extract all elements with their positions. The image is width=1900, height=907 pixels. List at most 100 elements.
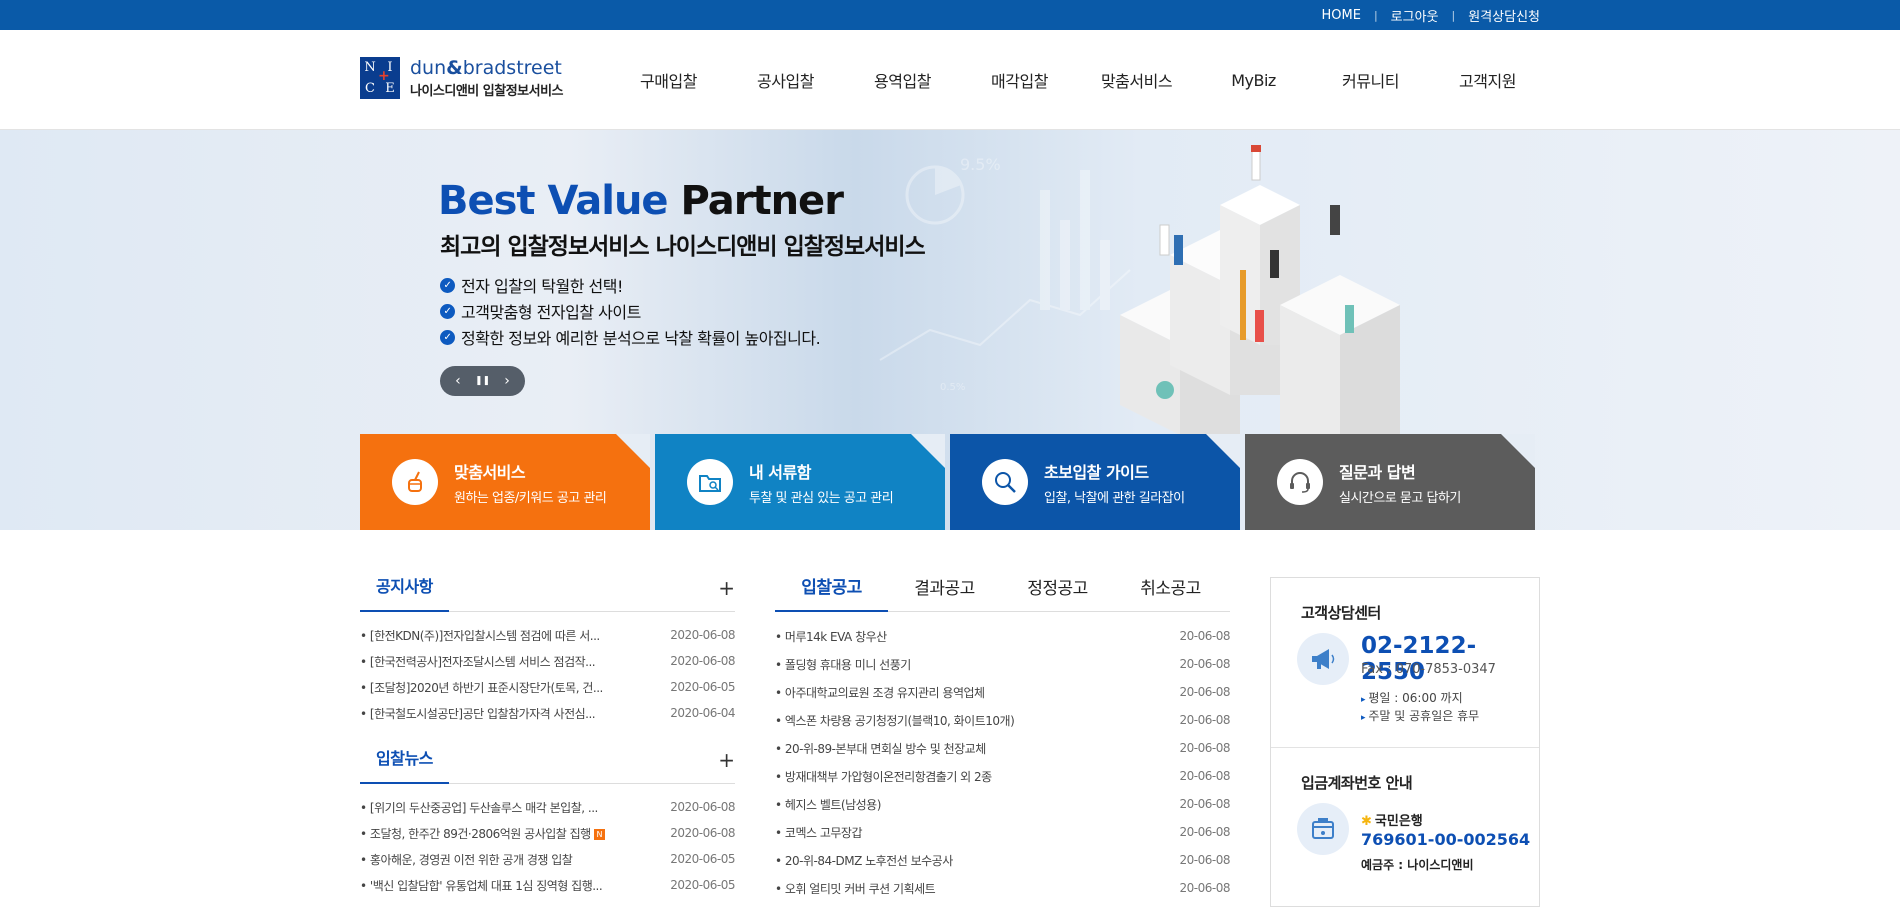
quick-desc: 원하는 업종/키워드 공고 관리 [454, 490, 607, 506]
item-text[interactable]: 방재대책부 가압형이온전리항겸출기 외 2종 [785, 770, 992, 784]
brand-part: dun [410, 56, 447, 79]
hero-subtitle: 최고의 입찰정보서비스 나이스디앤비 입찰정보서비스 [440, 234, 926, 260]
news-more-button[interactable]: + [718, 748, 735, 772]
item-text[interactable]: 폴딩형 휴대용 미니 선풍기 [785, 658, 911, 672]
site-logo[interactable]: N I C E + dun&bradstreet 나이스디앤비 입찰정보서비스 [360, 57, 564, 99]
quick-my-documents[interactable]: 내 서류함 투찰 및 관심 있는 공고 관리 [655, 434, 945, 530]
item-text[interactable]: '백신 입찰담합' 유통업체 대표 1심 징역형 집행... [370, 879, 603, 893]
item-date: 20-06-08 [1179, 881, 1231, 895]
list-item[interactable]: • [한국철도시설공단]공단 입찰참가자격 사전심... 2020-06-04 [360, 700, 735, 726]
item-text[interactable]: 20-위-89-본부대 면회실 방수 및 천장교체 [785, 742, 986, 756]
item-date: 20-06-08 [1179, 853, 1231, 867]
list-item[interactable]: • 아주대학교의료원 조경 유지관리 용역업체 20-06-08 [775, 678, 1231, 706]
list-item[interactable]: • 헤지스 벨트(남성용) 20-06-08 [775, 790, 1231, 818]
item-text[interactable]: 오휘 얼티밋 커버 쿠션 기획세트 [785, 882, 936, 896]
fax-number: Fax : 070-7853-0347 [1361, 662, 1496, 677]
item-text[interactable]: 엑스폰 차량용 공기청정기(블랙10, 화이트10개) [785, 714, 1015, 728]
business-hours: 평일 : 06:00 까지 주말 및 공휴일은 휴무 [1361, 689, 1479, 725]
nav-sale-bid[interactable]: 매각입찰 [961, 68, 1078, 92]
news-board: 입찰뉴스 + • [위기의 두산중공업] 두산솔루스 매각 본입찰, ... 20… [360, 732, 735, 898]
list-item[interactable]: • 20-위-84-DMZ 노후전선 보수공사 20-06-08 [775, 846, 1231, 874]
home-link[interactable]: HOME [1322, 8, 1361, 23]
logout-link[interactable]: 로그아웃 [1391, 6, 1439, 25]
item-date: 20-06-08 [1179, 741, 1231, 755]
quick-title: 내 서류함 [749, 462, 811, 482]
item-text[interactable]: [조달청]2020년 하반기 표준시장단가(토목, 건... [370, 681, 603, 695]
account-number: 769601-00-002564 [1361, 830, 1531, 849]
list-item[interactable]: • [한전KDN(주)]전자입찰시스템 점검에 따른 서... 2020-06-0… [360, 622, 735, 648]
bid-list: • 머루14k EVA 창우산 20-06-08 • 폴딩형 휴대용 미니 선풍기… [775, 622, 1231, 902]
list-item[interactable]: • '백신 입찰담합' 유통업체 대표 1심 징역형 집행... 2020-06-… [360, 872, 735, 898]
nav-mybiz[interactable]: MyBiz [1195, 71, 1312, 90]
news-title[interactable]: 입찰뉴스 [360, 732, 449, 784]
list-item[interactable]: • 조달청, 한주간 89건·2806억원 공사입찰 집행 N 2020-06-08 [360, 820, 735, 846]
list-item[interactable]: • 오휘 얼티밋 커버 쿠션 기획세트 20-06-08 [775, 874, 1231, 902]
item-text[interactable]: 머루14k EVA 창우산 [785, 630, 887, 644]
check-icon: ✓ [440, 277, 455, 293]
quick-qna[interactable]: 질문과 답변 실시간으로 묻고 답하기 [1245, 434, 1535, 530]
item-date: 2020-06-08 [670, 654, 735, 668]
item-text[interactable]: [한국철도시설공단]공단 입찰참가자격 사전심... [370, 707, 596, 721]
item-date: 20-06-08 [1179, 797, 1231, 811]
bank-name: ✱ 국민은행 [1361, 810, 1423, 829]
item-text[interactable]: 홍아해운, 경영권 이전 위한 공개 경쟁 입찰 [370, 853, 573, 867]
tab-correction-notice[interactable]: 정정공고 [1001, 560, 1114, 612]
item-date: 20-06-08 [1179, 629, 1231, 643]
top-utility-bar: HOME | 로그아웃 | 원격상담신청 [0, 0, 1900, 30]
list-item[interactable]: • [위기의 두산중공업] 두산솔루스 매각 본입찰, ... 2020-06-0… [360, 794, 735, 820]
logo-subtitle: 나이스디앤비 입찰정보서비스 [410, 83, 564, 99]
item-text[interactable]: [위기의 두산중공업] 두산솔루스 매각 본입찰, ... [370, 801, 598, 815]
hero-title-blue: Best Value [438, 178, 669, 224]
headset-icon [1277, 459, 1323, 505]
item-text[interactable]: [한국전력공사]전자조달시스템 서비스 점검작... [370, 655, 596, 669]
deco-percent: 0.5% [940, 382, 965, 393]
list-item[interactable]: • 홍아해운, 경영권 이전 위한 공개 경쟁 입찰 2020-06-05 [360, 846, 735, 872]
bank-label: 국민은행 [1374, 814, 1423, 829]
customer-center-title: 고객상담센터 [1301, 604, 1381, 622]
item-text[interactable]: [한전KDN(주)]전자입찰시스템 점검에 따른 서... [370, 629, 600, 643]
nav-purchase-bid[interactable]: 구매입찰 [610, 68, 727, 92]
quick-desc: 입찰, 낙찰에 관한 길라잡이 [1044, 490, 1185, 506]
phone-number[interactable]: 02-2122-2550 [1361, 633, 1539, 685]
hero-bullet: ✓ 정확한 정보와 예리한 분석으로 낙찰 확률이 높아집니다. [440, 324, 821, 350]
item-text[interactable]: 20-위-84-DMZ 노후전선 보수공사 [785, 854, 953, 868]
pause-slide-button[interactable]: ❚❚ [475, 376, 490, 386]
list-item[interactable]: • 엑스폰 차량용 공기청정기(블랙10, 화이트10개) 20-06-08 [775, 706, 1231, 734]
quick-title: 질문과 답변 [1339, 462, 1416, 482]
list-item[interactable]: • 20-위-89-본부대 면회실 방수 및 천장교체 20-06-08 [775, 734, 1231, 762]
hero-bullets: ✓ 전자 입찰의 탁월한 선택! ✓ 고객맞춤형 전자입찰 사이트 ✓ 정확한 정보와… [440, 272, 821, 350]
list-item[interactable]: • [조달청]2020년 하반기 표준시장단가(토목, 건... 2020-06-… [360, 674, 735, 700]
quick-custom-service[interactable]: 맞춤서비스 원하는 업종/키워드 공고 관리 [360, 434, 650, 530]
list-item[interactable]: • 머루14k EVA 창우산 20-06-08 [775, 622, 1231, 650]
hero-title-dark: Partner [680, 178, 844, 224]
logo-cross: + [378, 68, 390, 84]
item-date: 20-06-08 [1179, 657, 1231, 671]
notice-more-button[interactable]: + [718, 576, 735, 600]
list-item[interactable]: • [한국전력공사]전자조달시스템 서비스 점검작... 2020-06-08 [360, 648, 735, 674]
item-text[interactable]: 아주대학교의료원 조경 유지관리 용역업체 [785, 686, 985, 700]
tab-cancel-notice[interactable]: 취소공고 [1114, 560, 1227, 612]
list-item[interactable]: • 폴딩형 휴대용 미니 선풍기 20-06-08 [775, 650, 1231, 678]
prev-slide-button[interactable]: ‹ [455, 373, 461, 389]
tab-result-notice[interactable]: 결과공고 [888, 560, 1001, 612]
nav-customer-support[interactable]: 고객지원 [1429, 68, 1546, 92]
item-text[interactable]: 조달청, 한주간 89건·2806억원 공사입찰 집행 [370, 827, 591, 841]
logo-letter: N [364, 60, 376, 75]
logo-brand: dun&bradstreet [410, 58, 563, 78]
remote-support-link[interactable]: 원격상담신청 [1468, 6, 1540, 25]
nav-community[interactable]: 커뮤니티 [1312, 68, 1429, 92]
brand-amp: & [446, 56, 463, 79]
nav-service-bid[interactable]: 용역입찰 [844, 68, 961, 92]
nav-construction-bid[interactable]: 공사입찰 [727, 68, 844, 92]
nav-custom-service[interactable]: 맞춤서비스 [1078, 68, 1195, 92]
tab-bid-notice[interactable]: 입찰공고 [775, 560, 888, 612]
item-text[interactable]: 헤지스 벨트(남성용) [785, 798, 882, 812]
next-slide-button[interactable]: › [504, 373, 510, 389]
item-date: 20-06-08 [1179, 713, 1231, 727]
list-item[interactable]: • 방재대책부 가압형이온전리항겸출기 외 2종 20-06-08 [775, 762, 1231, 790]
notice-title[interactable]: 공지사항 [360, 560, 449, 612]
bid-notice-panel: 입찰공고 결과공고 정정공고 취소공고 • 머루14k EVA 창우산 20-06… [775, 560, 1231, 902]
item-text[interactable]: 코멕스 고무장갑 [785, 826, 863, 840]
list-item[interactable]: • 코멕스 고무장갑 20-06-08 [775, 818, 1231, 846]
quick-beginner-guide[interactable]: 초보입찰 가이드 입찰, 낙찰에 관한 길라잡이 [950, 434, 1240, 530]
